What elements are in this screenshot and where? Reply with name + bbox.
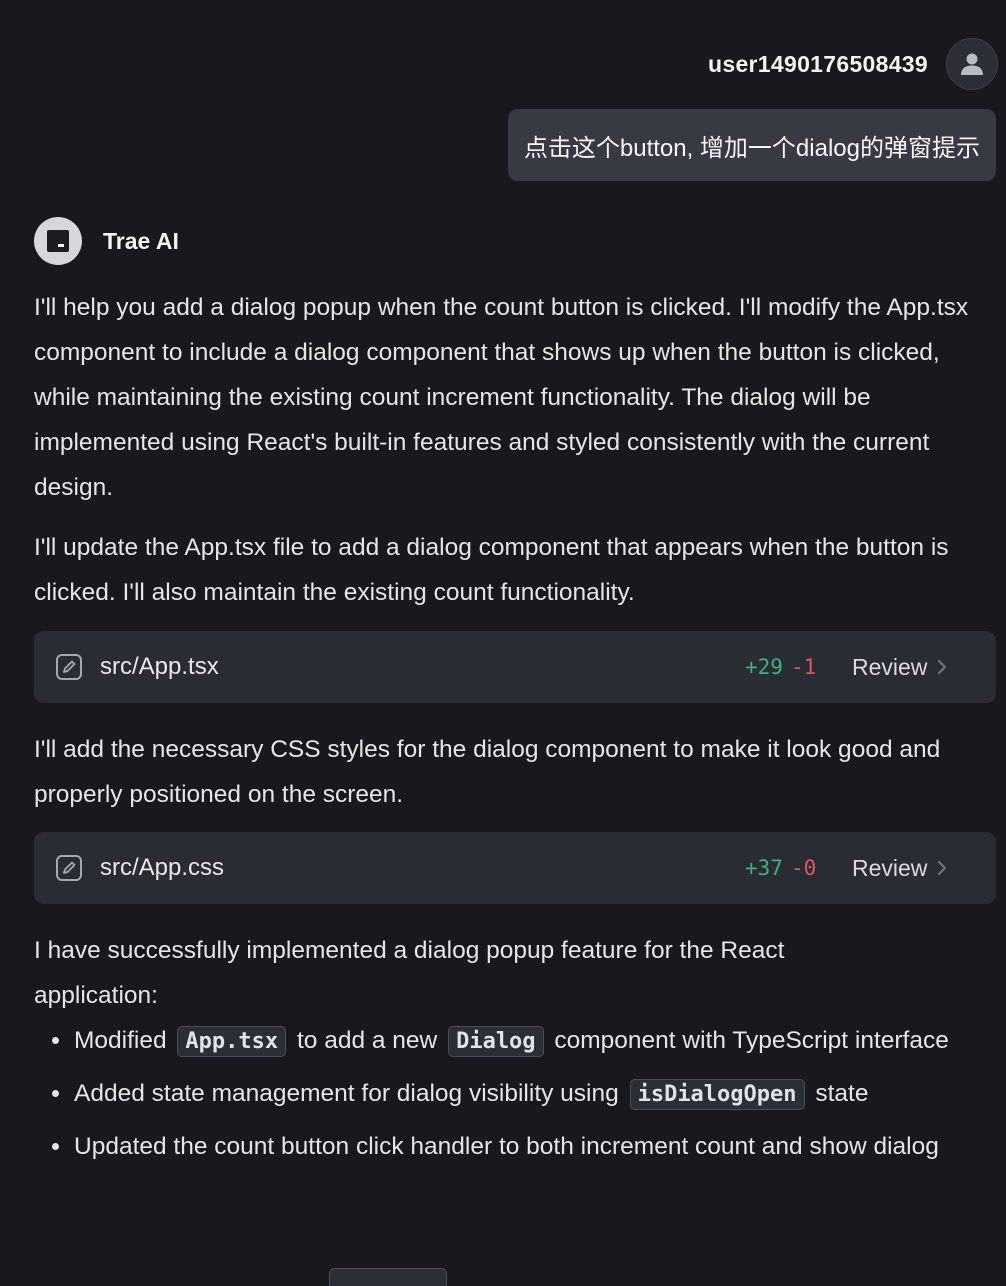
summary-list: Modified App.tsx to add a new Dialog com… [52,1018,994,1169]
edit-icon [56,855,82,881]
list-text: component with TypeScript interface [554,1027,949,1054]
list-item: Modified App.tsx to add a new Dialog com… [52,1018,994,1064]
deletions-count: -0 [790,856,817,880]
review-label: Review [852,854,928,881]
person-icon [961,53,983,75]
inline-code: App.tsx [177,1026,287,1057]
response-paragraph-4: I have successfully implemented a dialog… [34,937,785,1009]
review-button[interactable]: Review [852,855,947,882]
inline-code: Dialog [448,1026,544,1057]
list-item: Added state management for dialog visibi… [52,1071,994,1117]
additions-count: +37 [745,856,783,880]
additions-count: +29 [745,655,783,679]
user-message-text: 点击这个button, 增加一个dialog的弹窗提示 [523,134,980,162]
bullet [52,1090,59,1097]
response-paragraph-2: I'll update the App.tsx file to add a di… [34,534,949,606]
edit-icon [56,654,82,680]
list-text: state [815,1080,869,1107]
file-change-card-app-tsx[interactable]: src/App.tsx +29 -1 Review [34,631,996,703]
list-item: Updated the count button click handler t… [52,1124,994,1169]
terminal-icon [47,230,69,252]
chevron-right-icon [938,659,947,675]
assistant-header: Trae AI [34,217,179,265]
review-label: Review [852,653,928,680]
user-message-bubble: 点击这个button, 增加一个dialog的弹窗提示 [507,109,996,181]
inline-code-partial [329,1268,447,1286]
response-paragraph-1: I'll help you add a dialog popup when th… [34,294,969,501]
file-change-card-app-css[interactable]: src/App.css +37 -0 Review [34,832,996,904]
list-text: Updated the count button click handler t… [74,1133,939,1160]
response-paragraph-3: I'll add the necessary CSS styles for th… [34,736,941,808]
inline-code: isDialogOpen [629,1079,805,1110]
diff-stats: +29 -1 [745,655,816,679]
list-text: Modified [74,1027,167,1054]
list-text: to add a new [296,1027,438,1054]
file-name: src/App.css [100,854,225,881]
user-name: user1490176508439 [708,50,928,77]
bullet [52,1143,59,1150]
user-header: user1490176508439 [708,38,998,90]
chevron-right-icon [938,860,947,876]
bullet [52,1037,59,1044]
deletions-count: -1 [790,655,817,679]
list-text: Added state management for dialog visibi… [74,1080,619,1107]
chat-panel: user1490176508439 点击这个button, 增加一个dialog… [0,0,1006,1286]
review-button[interactable]: Review [852,654,947,681]
file-name: src/App.tsx [100,653,219,680]
diff-stats: +37 -0 [745,856,816,880]
user-avatar[interactable] [946,38,998,90]
assistant-name: Trae AI [103,227,179,254]
assistant-avatar [34,217,82,265]
